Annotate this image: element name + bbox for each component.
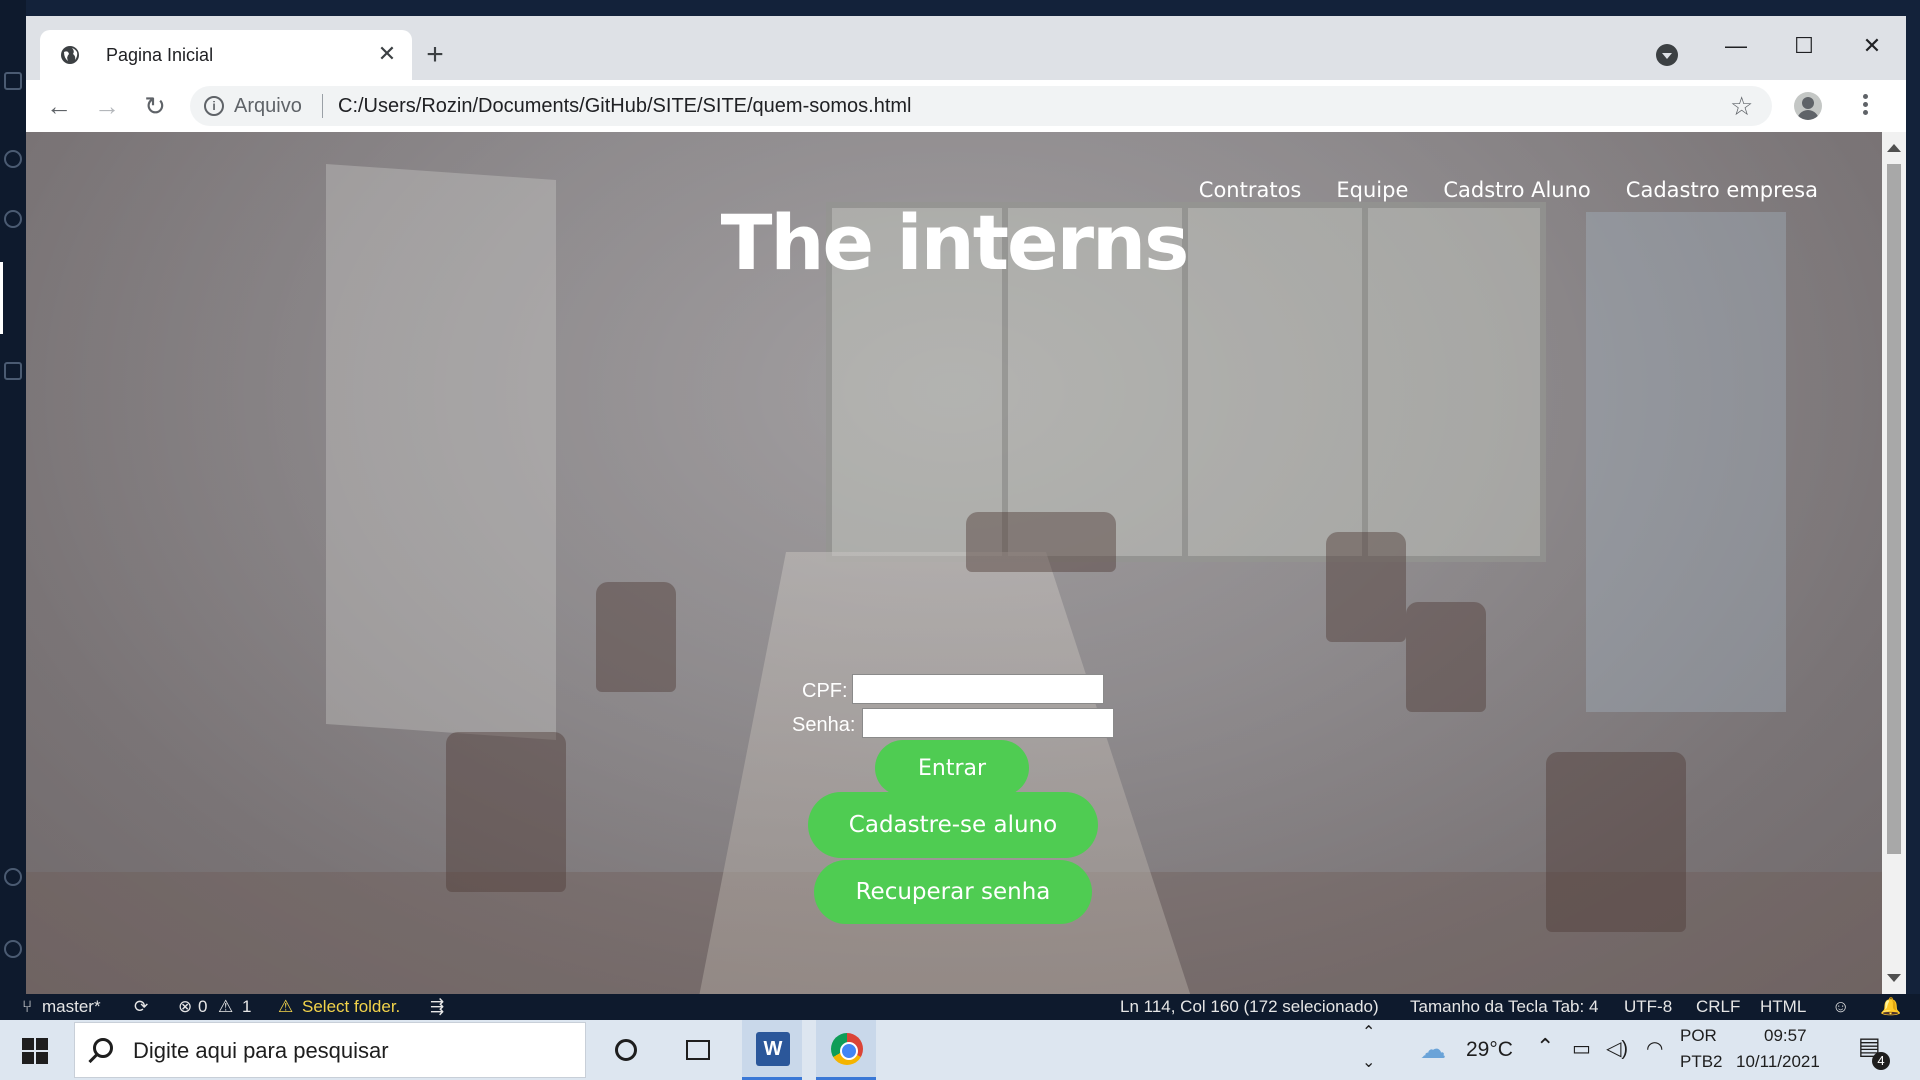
info-icon[interactable]: i	[204, 96, 224, 116]
browser-tab[interactable]: Pagina Inicial ✕	[40, 30, 412, 80]
avatar-head	[1802, 97, 1814, 109]
cpf-input[interactable]	[852, 674, 1104, 704]
close-window-button[interactable]: ✕	[1842, 26, 1902, 66]
page-scrollbar[interactable]	[1882, 132, 1906, 994]
address-separator	[322, 94, 323, 118]
close-tab-icon[interactable]: ✕	[374, 41, 400, 67]
background-chair	[1546, 752, 1686, 932]
select-folder-status[interactable]: Select folder.	[302, 997, 400, 1017]
line-ending[interactable]: CRLF	[1696, 997, 1740, 1017]
source-control-icon[interactable]	[4, 210, 22, 228]
background-chair	[446, 732, 566, 892]
task-view-icon[interactable]	[668, 1020, 728, 1080]
word-app-icon[interactable]: W	[742, 1020, 802, 1080]
senha-input[interactable]	[862, 708, 1114, 738]
background-window-right	[1586, 212, 1786, 712]
volume-icon[interactable]: ◁)	[1606, 1036, 1628, 1061]
back-arrow-icon[interactable]: ←	[42, 89, 76, 123]
git-branch[interactable]: master*	[42, 997, 101, 1017]
site-title: The interns	[720, 198, 1190, 287]
vscode-status-bar: ⑂ master* ⟳ ⊗ 0 ⚠ 1 ⚠ Select folder. ⇶ L…	[0, 994, 1920, 1020]
chrome-app-icon[interactable]	[816, 1020, 876, 1080]
senha-label: Senha:	[792, 714, 856, 736]
avatar-body	[1797, 110, 1819, 120]
globe-icon	[61, 46, 79, 64]
error-count[interactable]: 0	[198, 997, 207, 1017]
battery-icon[interactable]: ▭	[1572, 1036, 1591, 1061]
extensions-icon[interactable]	[4, 362, 22, 380]
clock-time[interactable]: 09:57	[1764, 1026, 1807, 1046]
input-language[interactable]: POR	[1680, 1026, 1717, 1046]
folder-warning-icon[interactable]: ⚠	[278, 997, 293, 1017]
active-indicator	[0, 262, 3, 334]
profile-avatar-icon[interactable]	[1794, 92, 1822, 120]
page-viewport: Contratos Equipe Cadstro Aluno Cadastro …	[26, 132, 1882, 994]
taskbar-search[interactable]: Digite aqui para pesquisar	[74, 1022, 586, 1078]
reload-icon[interactable]: ↻	[138, 89, 172, 123]
address-bar[interactable]: i Arquivo C:/Users/Rozin/Documents/GitHu…	[190, 86, 1772, 126]
sync-icon[interactable]: ⟳	[134, 997, 148, 1017]
language-mode[interactable]: HTML	[1760, 997, 1806, 1017]
encoding[interactable]: UTF-8	[1624, 997, 1672, 1017]
address-scheme: Arquivo	[234, 95, 302, 117]
windows-start-icon[interactable]	[22, 1038, 48, 1064]
tray-scroll-down-icon[interactable]: ⌄	[1362, 1052, 1375, 1072]
scroll-down-arrow-icon[interactable]	[1887, 974, 1901, 982]
entrar-button[interactable]: Entrar	[875, 740, 1029, 796]
forward-arrow-icon[interactable]: →	[90, 89, 124, 123]
account-icon[interactable]	[4, 868, 22, 886]
tab-search-icon[interactable]	[1656, 44, 1678, 66]
notification-count: 4	[1872, 1052, 1890, 1070]
recuperar-senha-button[interactable]: Recuperar senha	[814, 860, 1092, 924]
chrome-menu-icon[interactable]	[1860, 92, 1870, 120]
cursor-position[interactable]: Ln 114, Col 160 (172 selecionado)	[1120, 997, 1379, 1017]
wifi-icon[interactable]: ◠	[1646, 1036, 1663, 1061]
errors-icon[interactable]: ⊗	[178, 997, 192, 1017]
browser-toolbar: ← → ↻ i Arquivo C:/Users/Rozin/Documents…	[26, 80, 1906, 132]
vscode-activity-bar	[0, 0, 26, 995]
tab-size[interactable]: Tamanho da Tecla Tab: 4	[1410, 997, 1598, 1017]
scroll-up-arrow-icon[interactable]	[1887, 144, 1901, 152]
warning-count[interactable]: 1	[242, 997, 251, 1017]
cadastre-aluno-button[interactable]: Cadastre-se aluno	[808, 792, 1098, 858]
warnings-icon[interactable]: ⚠	[218, 997, 233, 1017]
keyboard-layout[interactable]: PTB2	[1680, 1052, 1723, 1072]
clock-date[interactable]: 10/11/2021	[1736, 1052, 1820, 1072]
search-placeholder: Digite aqui para pesquisar	[133, 1038, 389, 1063]
new-tab-button[interactable]: +	[418, 40, 452, 74]
windows-taskbar: Digite aqui para pesquisar W ⌃ ⌄ ☁ 29°C …	[0, 1020, 1920, 1080]
cpf-label: CPF:	[802, 680, 848, 702]
tray-scroll-up-icon[interactable]: ⌃	[1362, 1022, 1375, 1042]
background-chair	[1326, 532, 1406, 642]
scroll-thumb[interactable]	[1887, 164, 1901, 854]
git-branch-icon[interactable]: ⑂	[22, 997, 32, 1017]
background-chair	[966, 512, 1116, 572]
search-icon[interactable]	[4, 150, 22, 168]
tray-overflow-chevron-icon[interactable]: ⌃	[1536, 1034, 1554, 1060]
tab-title: Pagina Inicial	[106, 45, 214, 65]
explorer-icon[interactable]	[4, 72, 22, 90]
live-share-icon[interactable]: ⇶	[430, 997, 444, 1017]
address-url[interactable]: C:/Users/Rozin/Documents/GitHub/SITE/SIT…	[338, 95, 912, 118]
weather-icon[interactable]: ☁	[1420, 1034, 1446, 1065]
chrome-window: Pagina Inicial ✕ + — ☐ ✕ ← → ↻ i Arquivo…	[26, 16, 1906, 994]
tab-strip: Pagina Inicial ✕ + — ☐ ✕	[26, 16, 1906, 80]
bookmark-star-icon[interactable]: ☆	[1730, 91, 1753, 122]
search-icon	[93, 1038, 113, 1058]
cortana-icon[interactable]	[596, 1020, 656, 1080]
minimize-button[interactable]: —	[1706, 26, 1766, 66]
maximize-button[interactable]: ☐	[1774, 26, 1834, 66]
settings-gear-icon[interactable]	[4, 940, 22, 958]
feedback-icon[interactable]: ☺	[1832, 997, 1849, 1017]
temperature[interactable]: 29°C	[1466, 1038, 1513, 1062]
notifications-bell-icon[interactable]: 🔔	[1880, 997, 1901, 1017]
